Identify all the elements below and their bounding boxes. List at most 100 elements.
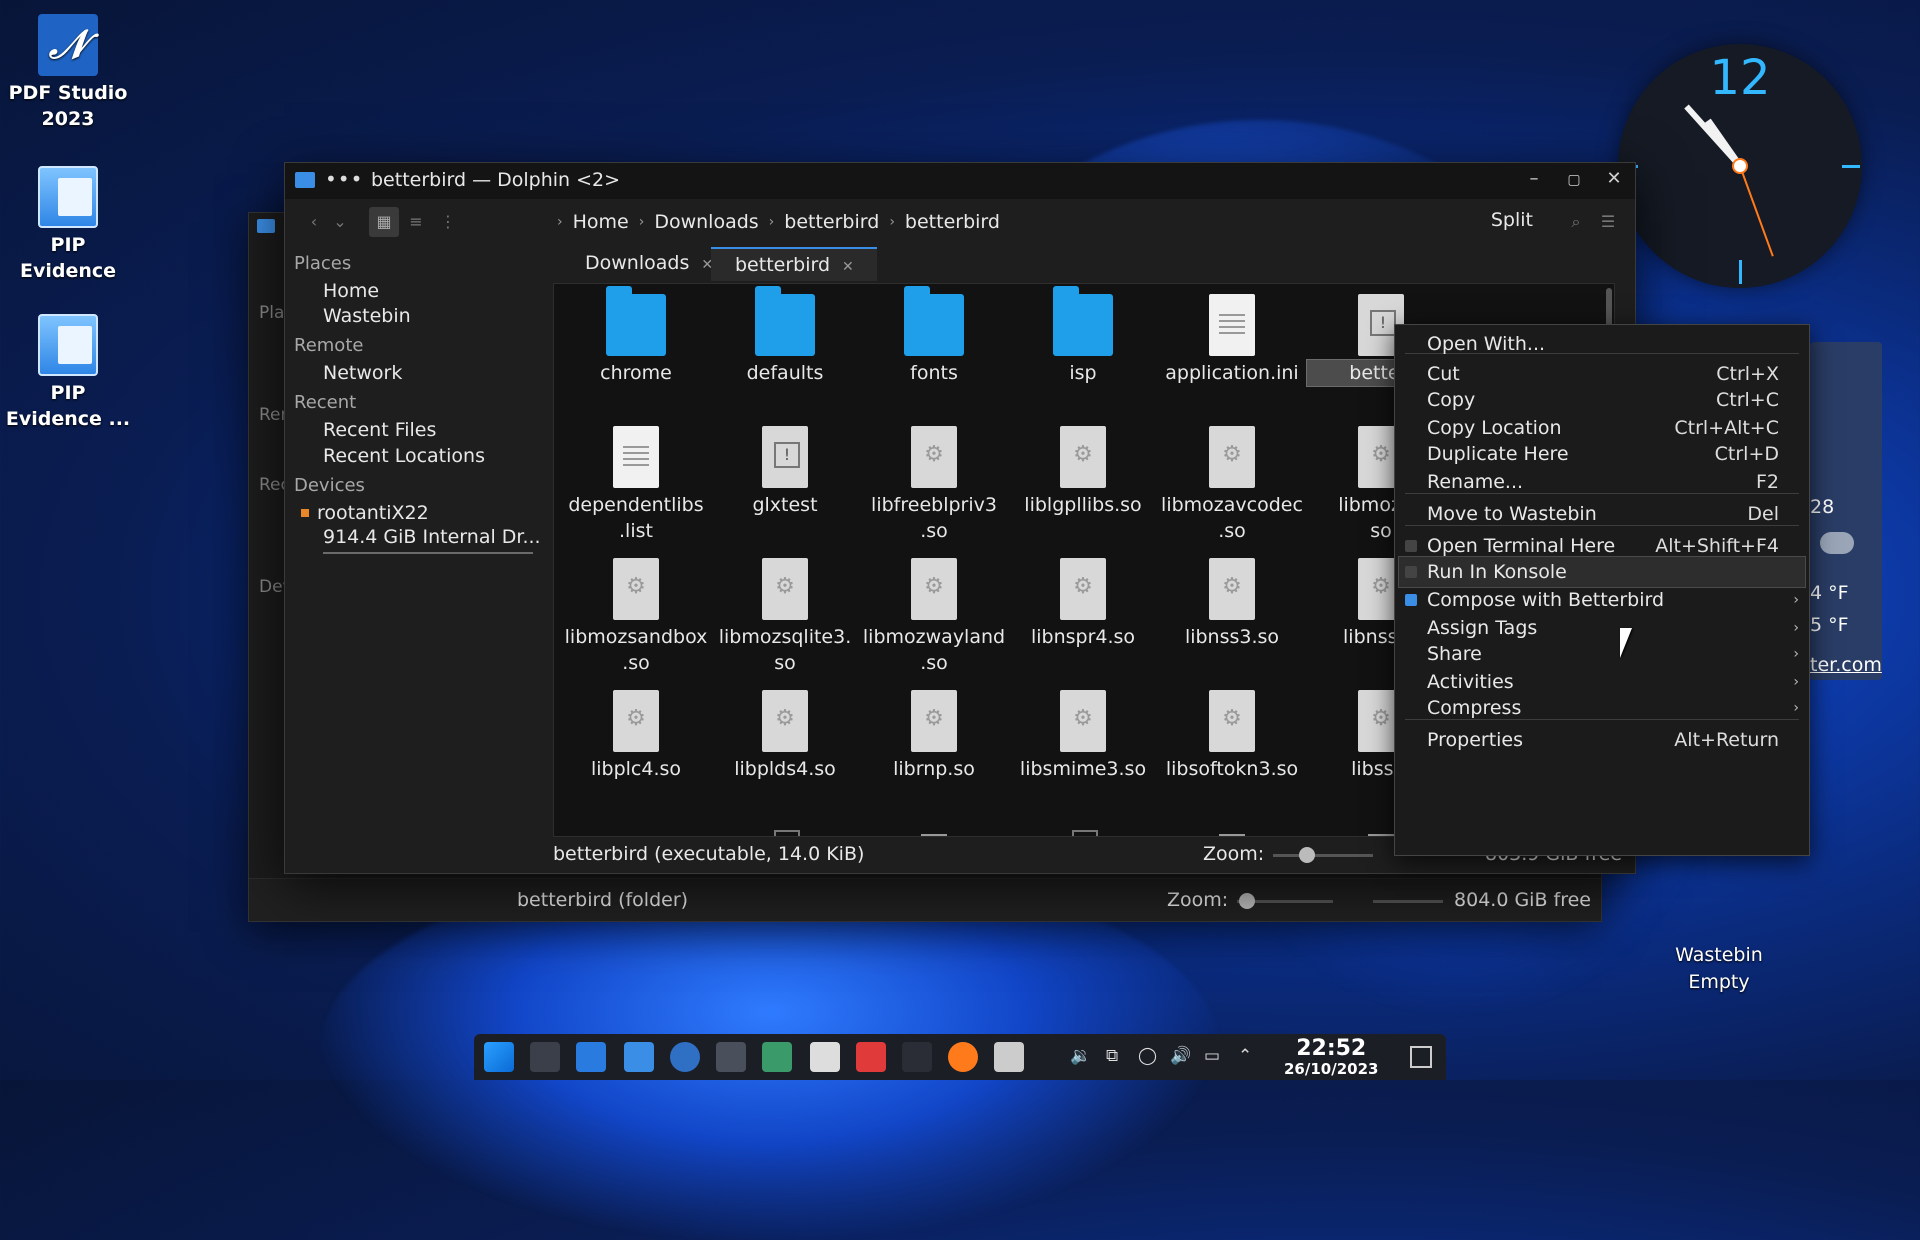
maximize-button[interactable]: ▢ <box>1561 168 1587 192</box>
clock-tick <box>1842 165 1860 168</box>
shared-library-icon <box>762 690 808 752</box>
file-item[interactable]: liblgpllibs.so <box>1009 426 1157 518</box>
file-item[interactable]: glxtest <box>711 426 859 518</box>
menu-item-copy[interactable]: Copy Ctrl+C <box>1399 385 1805 415</box>
file-item[interactable]: libsoftokn3.so <box>1158 690 1306 782</box>
task-manager-icon[interactable] <box>530 1042 560 1072</box>
split-button[interactable]: Split <box>1491 209 1533 231</box>
breadcrumb-betterbird-current[interactable]: betterbird <box>905 211 1000 233</box>
scrollbar[interactable] <box>1606 288 1612 328</box>
file-item[interactable]: libmozsandbox .so <box>562 558 710 676</box>
file-item[interactable]: libmozavcodec .so <box>1158 426 1306 544</box>
compact-view-button[interactable]: ≡ <box>401 207 431 237</box>
file-name-line2: .so <box>920 520 948 542</box>
taskbar-clock[interactable]: 22:52 26/10/2023 <box>1284 1038 1378 1079</box>
breadcrumb-betterbird[interactable]: betterbird <box>784 211 879 233</box>
menu-item-properties[interactable]: Properties Alt+Return <box>1399 725 1805 755</box>
menu-item-compose-with-betterbird[interactable]: Compose with Betterbird › <box>1399 585 1805 615</box>
bulb-icon[interactable]: ◯ <box>1138 1046 1157 1066</box>
firefox-icon[interactable] <box>948 1042 978 1072</box>
chromium-icon[interactable] <box>670 1042 700 1072</box>
menu-item-share[interactable]: Share › <box>1399 639 1805 669</box>
title-bar[interactable]: ••• betterbird — Dolphin <2> – ▢ ✕ <box>285 163 1635 199</box>
search-icon[interactable]: ⌕ <box>1561 207 1591 237</box>
desktop-icon-pip-evidence-2[interactable]: PIP Evidence ... <box>0 314 136 432</box>
sidebar-item-rootantix22[interactable]: rootantiX22 <box>301 502 429 524</box>
file-item[interactable]: dependentlibs .list <box>562 426 710 544</box>
breadcrumb-downloads[interactable]: Downloads <box>654 211 758 233</box>
dolphin-taskbar-icon[interactable] <box>624 1042 654 1072</box>
file-item[interactable]: libnss3.so <box>1158 558 1306 650</box>
menu-item-icon <box>1405 648 1417 660</box>
network-status-icon[interactable]: ▭ <box>1204 1046 1220 1066</box>
store-icon[interactable] <box>576 1042 606 1072</box>
submenu-chevron-icon: › <box>1793 646 1799 662</box>
context-menu: Open With... Cut Ctrl+X Copy Ctrl+C Copy Loca… <box>1394 324 1810 856</box>
file-name: libmozwayland <box>862 626 1006 648</box>
sidebar-item-recent-files[interactable]: Recent Files <box>301 419 436 441</box>
menu-item-move-to-wastebin[interactable]: Move to Wastebin Del <box>1399 499 1805 529</box>
file-name: libsmime3.so <box>1019 758 1147 780</box>
show-desktop-icon[interactable] <box>1410 1046 1432 1068</box>
folder-item[interactable]: defaults <box>711 286 859 386</box>
menu-item-rename[interactable]: Rename... F2 <box>1399 467 1805 497</box>
sidebar-item-home[interactable]: Home <box>301 280 379 302</box>
start-menu-icon[interactable] <box>484 1042 514 1072</box>
file-name: liblgpllibs.so <box>1024 494 1142 516</box>
weather-widget[interactable]: 28 4 °F 5 °F ter.com <box>1810 342 1882 680</box>
desktop-icon-pdf-studio[interactable]: 𝒩 PDF Studio 2023 <box>0 14 136 132</box>
details-view-button[interactable]: ⋮ <box>433 207 463 237</box>
file-item[interactable]: application.ini <box>1158 294 1306 386</box>
file-name-line2: .so <box>920 652 948 674</box>
window-menu-dots[interactable]: ••• <box>325 167 363 191</box>
hamburger-menu-icon[interactable]: ☰ <box>1593 207 1623 237</box>
breadcrumb-home[interactable]: Home <box>573 211 629 233</box>
chevron-up-icon[interactable]: ⌃ <box>1238 1046 1252 1066</box>
menu-item-icon <box>1405 448 1417 460</box>
sidebar-item-network[interactable]: Network <box>301 362 402 384</box>
menu-item-compress[interactable]: Compress › <box>1399 693 1805 723</box>
close-button[interactable]: ✕ <box>1601 168 1627 192</box>
file-item[interactable]: libfreeblpriv3 .so <box>860 426 1008 544</box>
menu-item-run-in-konsole[interactable]: Run In Konsole <box>1398 556 1806 588</box>
forward-icon[interactable]: ⌄ <box>325 207 355 237</box>
menu-item-open-with[interactable]: Open With... <box>1399 329 1805 359</box>
file-name-line2: so <box>774 652 796 674</box>
volume-icon[interactable]: 🔉 <box>1070 1046 1091 1066</box>
file-item[interactable]: libplc4.so <box>562 690 710 782</box>
zoom-slider-knob[interactable] <box>1239 893 1255 909</box>
terminal-icon[interactable] <box>902 1042 932 1072</box>
shared-library-icon <box>1060 690 1106 752</box>
mixer-icon[interactable] <box>716 1042 746 1072</box>
close-tab-icon[interactable]: ✕ <box>842 259 854 275</box>
tab-downloads[interactable]: Downloads ✕ <box>561 247 725 279</box>
archive-icon[interactable] <box>994 1042 1024 1072</box>
sidebar-item-recent-locations[interactable]: Recent Locations <box>301 445 485 467</box>
sidebar-item-wastebin[interactable]: Wastebin <box>301 305 411 327</box>
tab-betterbird[interactable]: betterbird ✕ <box>711 247 877 281</box>
file-item[interactable]: librnp.so <box>860 690 1008 782</box>
desktop-icon-pip-evidence[interactable]: PIP Evidence <box>0 166 136 284</box>
minimize-button[interactable]: – <box>1521 168 1547 192</box>
folder-item[interactable]: isp <box>1009 286 1157 386</box>
file-item[interactable]: libplds4.so <box>711 690 859 782</box>
folder-item[interactable]: chrome <box>562 286 710 386</box>
menu-item-duplicate-here[interactable]: Duplicate Here Ctrl+D <box>1399 439 1805 469</box>
zoom-slider[interactable] <box>1237 893 1333 909</box>
system-monitor-icon[interactable] <box>762 1042 792 1072</box>
icon-view-button[interactable]: ▦ <box>369 207 399 237</box>
speaker-icon[interactable]: 🔊 <box>1170 1046 1191 1066</box>
drive-icon <box>301 509 309 517</box>
package-icon[interactable] <box>810 1042 840 1072</box>
zoom-slider[interactable] <box>1273 847 1373 863</box>
shared-library-icon <box>762 558 808 620</box>
file-item[interactable]: libnspr4.so <box>1009 558 1157 650</box>
zoom-slider-knob[interactable] <box>1299 847 1315 863</box>
sidebar-item-internal-drive[interactable]: 914.4 GiB Internal Dr... <box>301 526 541 548</box>
file-item[interactable]: libmozsqlite3. so <box>711 558 859 676</box>
file-item[interactable]: libmozwayland .so <box>860 558 1008 676</box>
folder-item[interactable]: fonts <box>860 286 1008 386</box>
file-item[interactable]: libsmime3.so <box>1009 690 1157 782</box>
clipboard-icon[interactable]: ⧉ <box>1106 1046 1118 1066</box>
office-icon[interactable] <box>856 1042 886 1072</box>
